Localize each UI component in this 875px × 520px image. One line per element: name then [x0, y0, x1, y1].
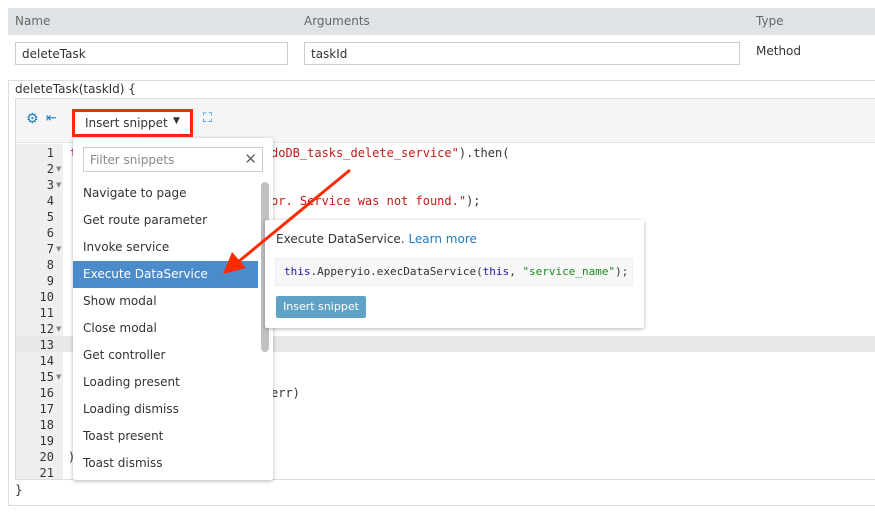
annotation-arrow — [223, 168, 351, 274]
